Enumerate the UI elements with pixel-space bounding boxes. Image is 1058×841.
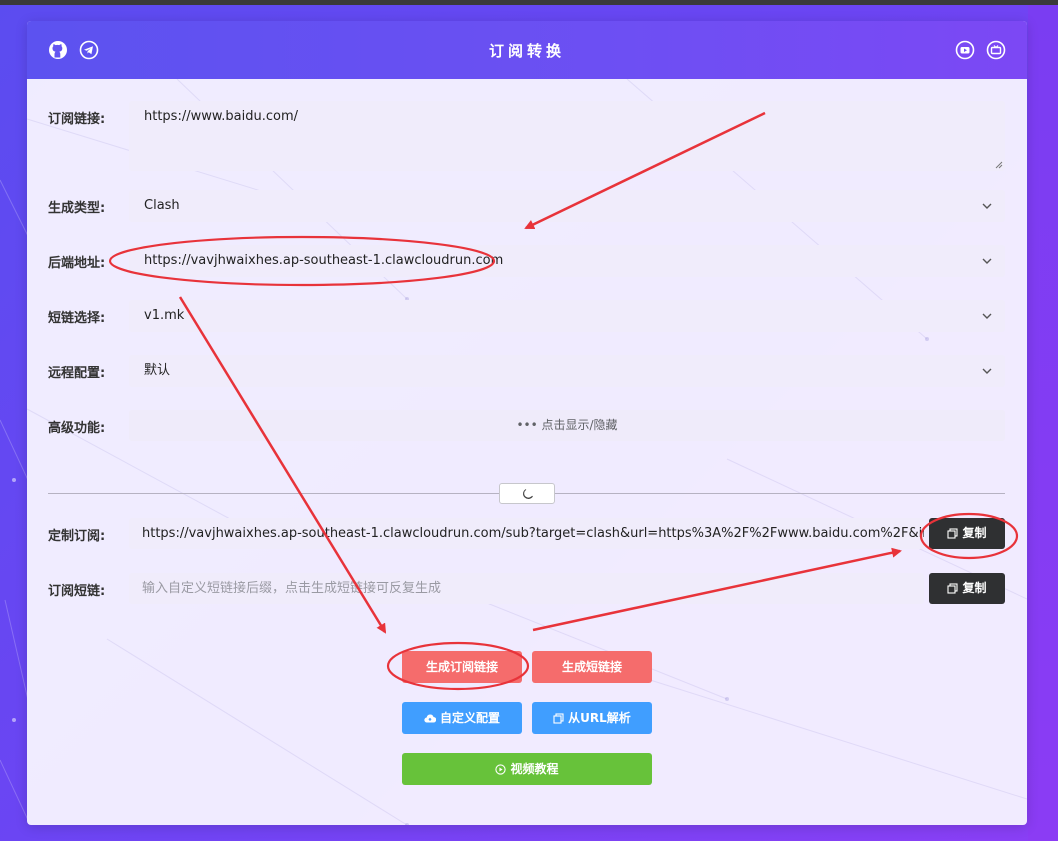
subscription-label: 订阅链接: — [48, 112, 106, 127]
chevron-down-icon — [982, 258, 992, 264]
video-tutorial-label: 视频教程 — [510, 762, 559, 776]
shortlink-label: 短链选择: — [48, 311, 106, 326]
converter-card: 订阅转换 订阅链接: https://www.baidu.com/ 生成类型: … — [27, 21, 1027, 825]
copy-icon — [947, 528, 959, 539]
remote-config-value: 默认 — [144, 363, 171, 378]
copy-label: 复制 — [962, 526, 987, 540]
remote-config-select[interactable]: 默认 — [129, 355, 1005, 387]
copy-short-sub-button[interactable]: 复制 — [929, 573, 1005, 604]
short-sub-input-wrap — [129, 573, 924, 604]
backend-select[interactable]: https://vavjhwaixhes.ap-southeast-1.claw… — [129, 245, 1005, 277]
cloud-upload-icon — [424, 714, 437, 723]
remote-config-label: 远程配置: — [48, 366, 106, 381]
parse-url-button[interactable]: 从URL解析 — [532, 702, 652, 734]
chevron-down-icon — [982, 313, 992, 319]
tv-icon[interactable] — [986, 40, 1006, 60]
client-type-value: Clash — [144, 198, 180, 213]
advanced-label: 高级功能: — [48, 421, 106, 436]
client-type-label: 生成类型: — [48, 201, 106, 216]
copy-icon — [553, 713, 564, 724]
custom-sub-label: 定制订阅: — [48, 529, 106, 544]
custom-sub-value: https://vavjhwaixhes.ap-southeast-1.claw… — [142, 526, 924, 541]
chevron-down-icon — [982, 368, 992, 374]
shortlink-select[interactable]: v1.mk — [129, 300, 1005, 332]
custom-config-label: 自定义配置 — [439, 711, 500, 725]
page-title: 订阅转换 — [488, 42, 565, 60]
client-type-select[interactable]: Clash — [129, 190, 1005, 222]
generate-sub-label: 生成订阅链接 — [425, 660, 498, 674]
youtube-icon[interactable] — [955, 40, 975, 60]
card-header: 订阅转换 — [27, 21, 1027, 79]
parse-url-label: 从URL解析 — [568, 711, 631, 725]
custom-config-button[interactable]: 自定义配置 — [402, 702, 522, 734]
copy-icon — [947, 583, 959, 594]
video-tutorial-button[interactable]: 视频教程 — [402, 753, 652, 785]
window-right-strip — [1028, 5, 1058, 841]
custom-sub-output[interactable]: https://vavjhwaixhes.ap-southeast-1.claw… — [129, 518, 924, 549]
advanced-toggle[interactable]: ••• 点击显示/隐藏 — [129, 410, 1005, 441]
theme-toggle-button[interactable] — [499, 483, 555, 504]
generate-short-label: 生成短链接 — [561, 660, 622, 674]
generate-short-button[interactable]: 生成短链接 — [532, 651, 652, 683]
backend-value: https://vavjhwaixhes.ap-southeast-1.claw… — [144, 253, 504, 268]
backend-label: 后端地址: — [48, 256, 106, 271]
copy-label: 复制 — [962, 581, 987, 595]
resize-handle-icon[interactable] — [995, 161, 1003, 169]
chevron-down-icon — [982, 203, 992, 209]
generate-sub-button[interactable]: 生成订阅链接 — [402, 651, 522, 683]
moon-icon — [523, 489, 533, 499]
subscription-value: https://www.baidu.com/ — [144, 109, 299, 124]
play-circle-icon — [495, 764, 507, 775]
shortlink-value: v1.mk — [144, 308, 185, 323]
short-sub-label: 订阅短链: — [48, 584, 106, 599]
subscription-textarea[interactable]: https://www.baidu.com/ — [129, 101, 1005, 171]
copy-custom-sub-button[interactable]: 复制 — [929, 518, 1005, 549]
short-sub-input[interactable] — [142, 573, 924, 604]
